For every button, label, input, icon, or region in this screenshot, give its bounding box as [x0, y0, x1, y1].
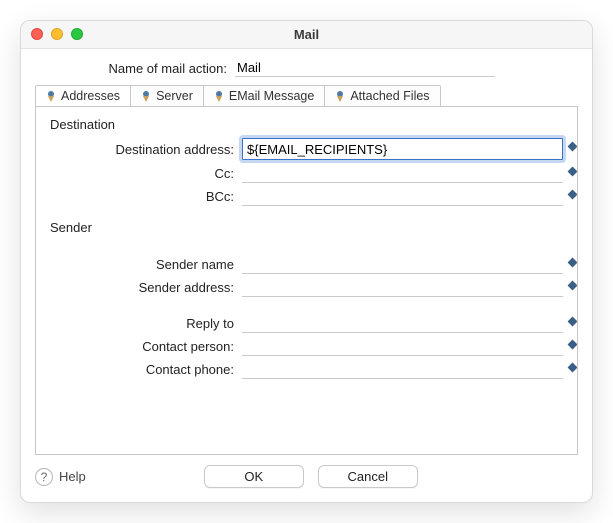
help-icon: ?	[35, 468, 53, 486]
cc-input[interactable]	[242, 163, 563, 183]
tab-label: EMail Message	[229, 89, 314, 103]
label-contact-person: Contact person:	[50, 339, 242, 354]
seal-icon	[335, 90, 345, 102]
label-sender-name: Sender name	[50, 257, 242, 272]
tab-addresses[interactable]: Addresses	[36, 86, 131, 106]
footer: ? Help OK Cancel	[21, 455, 592, 502]
variable-picker-icon[interactable]	[567, 166, 577, 176]
variable-picker-icon[interactable]	[567, 280, 577, 290]
minimize-icon[interactable]	[51, 28, 63, 40]
field-sender-name	[242, 254, 563, 274]
action-name-input[interactable]	[235, 59, 495, 77]
row-bcc: BCc:	[50, 186, 563, 206]
label-bcc: BCc:	[50, 189, 242, 204]
variable-picker-icon[interactable]	[567, 257, 577, 267]
seal-icon	[214, 90, 224, 102]
field-contact-person	[242, 336, 563, 356]
variable-picker-icon[interactable]	[567, 362, 577, 372]
maximize-icon[interactable]	[71, 28, 83, 40]
row-sender-name: Sender name	[50, 254, 563, 274]
field-reply-to	[242, 313, 563, 333]
tab-label: Attached Files	[350, 89, 429, 103]
row-reply-to: Reply to	[50, 313, 563, 333]
label-cc: Cc:	[50, 166, 242, 181]
window-controls	[31, 28, 83, 40]
action-name-row: Name of mail action:	[35, 59, 578, 77]
variable-picker-icon[interactable]	[567, 316, 577, 326]
bcc-input[interactable]	[242, 186, 563, 206]
contact-person-input[interactable]	[242, 336, 563, 356]
field-sender-address	[242, 277, 563, 297]
ok-button[interactable]: OK	[204, 465, 304, 488]
section-sender-title: Sender	[50, 220, 563, 235]
field-destination-address	[242, 138, 563, 160]
help-button[interactable]: ? Help	[35, 468, 86, 486]
label-sender-address: Sender address:	[50, 280, 242, 295]
label-contact-phone: Contact phone:	[50, 362, 242, 377]
row-sender-address: Sender address:	[50, 277, 563, 297]
cancel-button[interactable]: Cancel	[318, 465, 418, 488]
window-title: Mail	[21, 27, 592, 42]
variable-picker-icon[interactable]	[567, 189, 577, 199]
field-bcc	[242, 186, 563, 206]
tab-email-message[interactable]: EMail Message	[204, 86, 325, 106]
help-label: Help	[59, 469, 86, 484]
label-destination-address: Destination address:	[50, 142, 242, 157]
seal-icon	[141, 90, 151, 102]
row-destination-address: Destination address:	[50, 138, 563, 160]
variable-picker-icon[interactable]	[567, 339, 577, 349]
tab-server[interactable]: Server	[131, 86, 204, 106]
variable-picker-icon[interactable]	[567, 141, 577, 151]
label-reply-to: Reply to	[50, 316, 242, 331]
destination-address-input[interactable]	[242, 138, 563, 160]
close-icon[interactable]	[31, 28, 43, 40]
row-cc: Cc:	[50, 163, 563, 183]
reply-to-input[interactable]	[242, 313, 563, 333]
tabbar: Addresses Server EMail Message Attached …	[35, 85, 441, 106]
section-destination-title: Destination	[50, 117, 563, 132]
mail-window: Mail Name of mail action: Addresses Serv…	[20, 20, 593, 503]
tab-label: Addresses	[61, 89, 120, 103]
sender-address-input[interactable]	[242, 277, 563, 297]
sender-name-input[interactable]	[242, 254, 563, 274]
row-contact-person: Contact person:	[50, 336, 563, 356]
field-cc	[242, 163, 563, 183]
action-name-label: Name of mail action:	[35, 61, 235, 76]
seal-icon	[46, 90, 56, 102]
field-contact-phone	[242, 359, 563, 379]
content-area: Name of mail action: Addresses Server	[21, 49, 592, 455]
row-contact-phone: Contact phone:	[50, 359, 563, 379]
tab-label: Server	[156, 89, 193, 103]
contact-phone-input[interactable]	[242, 359, 563, 379]
titlebar: Mail	[21, 21, 592, 49]
tab-panel-addresses: Destination Destination address: Cc: BCc…	[35, 106, 578, 455]
tab-attached-files[interactable]: Attached Files	[325, 86, 439, 106]
